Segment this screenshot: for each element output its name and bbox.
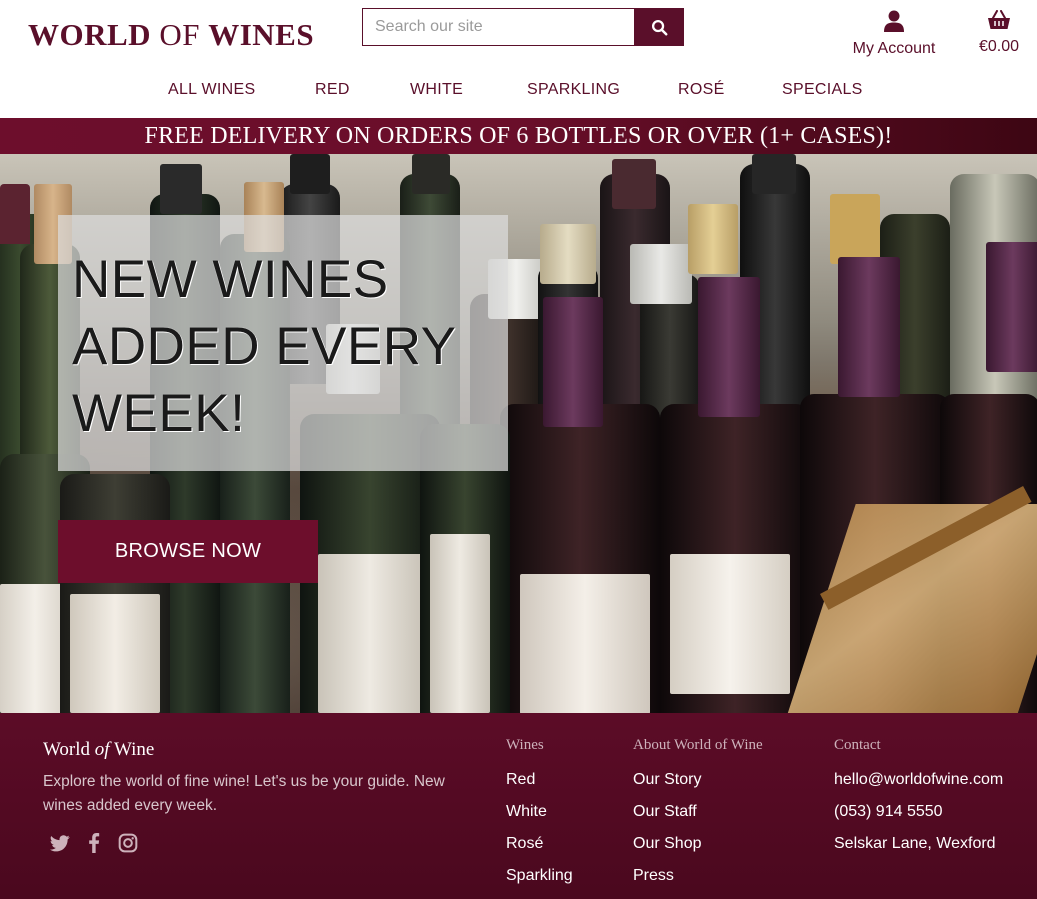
search-button[interactable] — [634, 8, 684, 46]
footer-brand: World of Wine — [43, 739, 154, 761]
nav-red[interactable]: RED — [315, 78, 350, 102]
footer-contact-column: Contact hello@worldofwine.com (053) 914 … — [834, 737, 1003, 860]
logo-word-1: WORLD — [28, 17, 152, 52]
hero-section: NEW WINES ADDED EVERY WEEK! BROWSE NOW — [0, 154, 1037, 713]
search-icon — [651, 19, 667, 35]
footer-brand-word-1: World — [43, 739, 95, 760]
footer-about-column: About World of Wine Our Story Our Staff … — [633, 737, 763, 892]
footer-brand-word-3: Wine — [109, 739, 155, 760]
cart-link[interactable]: €0.00 — [972, 10, 1026, 57]
site-footer: World of Wine Explore the world of fine … — [0, 713, 1037, 899]
delivery-banner-text: FREE DELIVERY ON ORDERS OF 6 BOTTLES OR … — [144, 122, 893, 149]
nav-sparkling[interactable]: SPARKLING — [527, 78, 620, 102]
delivery-banner: FREE DELIVERY ON ORDERS OF 6 BOTTLES OR … — [0, 118, 1037, 154]
twitter-icon[interactable] — [50, 833, 70, 853]
user-icon — [884, 10, 904, 32]
browse-now-button[interactable]: BROWSE NOW — [58, 520, 318, 583]
cart-total: €0.00 — [978, 38, 1020, 55]
footer-link-red[interactable]: Red — [506, 764, 573, 796]
logo-word-2: OF — [159, 17, 200, 52]
footer-link-our-staff[interactable]: Our Staff — [633, 796, 763, 828]
footer-brand-word-2: of — [94, 739, 110, 760]
site-logo[interactable]: WORLD OF WINES — [28, 17, 314, 53]
search-input[interactable] — [362, 8, 634, 46]
my-account-label: My Account — [852, 40, 936, 57]
hero-headline: NEW WINES ADDED EVERY WEEK! — [72, 250, 456, 443]
footer-contact-email[interactable]: hello@worldofwine.com — [834, 764, 1003, 796]
nav-specials[interactable]: SPECIALS — [782, 78, 863, 102]
footer-link-sparkling[interactable]: Sparkling — [506, 860, 573, 892]
nav-rose[interactable]: ROSÉ — [678, 78, 725, 102]
footer-wines-column: Wines Red White Rosé Sparkling — [506, 737, 573, 892]
nav-all-wines[interactable]: ALL WINES — [168, 78, 255, 102]
my-account-link[interactable]: My Account — [848, 10, 940, 59]
footer-about-heading: About World of Wine — [633, 737, 763, 753]
main-nav: ALL WINES RED WHITE SPARKLING ROSÉ SPECI… — [0, 78, 1037, 104]
footer-link-white[interactable]: White — [506, 796, 573, 828]
footer-link-press[interactable]: Press — [633, 860, 763, 892]
footer-link-our-story[interactable]: Our Story — [633, 764, 763, 796]
footer-tagline: Explore the world of fine wine! Let's us… — [43, 773, 445, 814]
footer-link-rose[interactable]: Rosé — [506, 828, 573, 860]
footer-contact-heading: Contact — [834, 737, 881, 753]
search-form — [362, 8, 684, 46]
footer-contact-phone[interactable]: (053) 914 5550 — [834, 796, 1003, 828]
footer-wines-heading: Wines — [506, 737, 544, 753]
nav-white[interactable]: WHITE — [410, 78, 463, 102]
site-header: WORLD OF WINES My Account €0.00 ALL WINE… — [0, 0, 1037, 118]
social-links — [50, 833, 138, 853]
footer-link-our-shop[interactable]: Our Shop — [633, 828, 763, 860]
facebook-icon[interactable] — [84, 833, 104, 853]
instagram-icon[interactable] — [118, 833, 138, 853]
logo-word-3: WINES — [208, 17, 315, 52]
basket-icon — [988, 10, 1010, 29]
footer-contact-address[interactable]: Selskar Lane, Wexford — [834, 828, 1003, 860]
